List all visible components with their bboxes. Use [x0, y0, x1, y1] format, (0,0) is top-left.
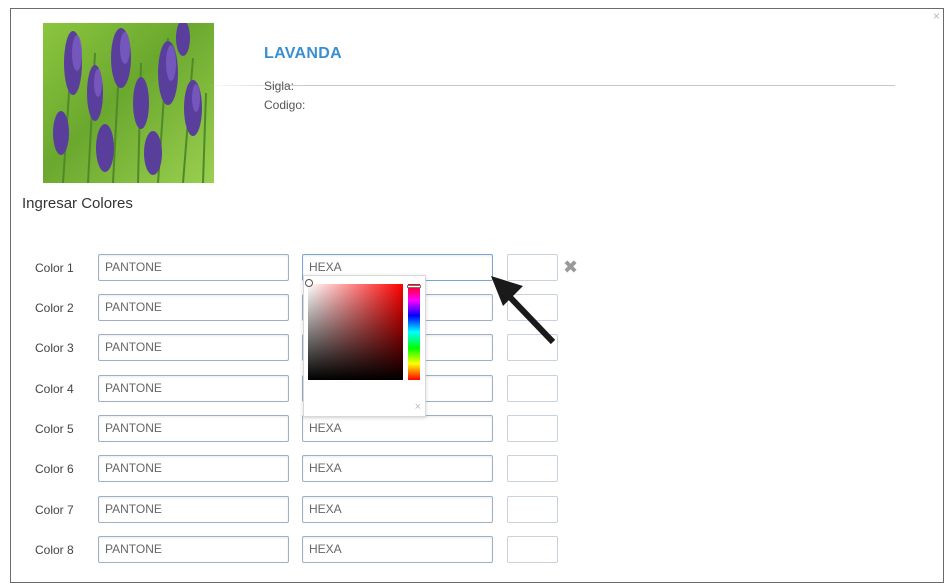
color-row-label: Color 6	[35, 462, 74, 476]
color-row-label: Color 5	[35, 422, 74, 436]
color-row-label: Color 4	[35, 382, 74, 396]
color-swatch[interactable]	[507, 496, 558, 523]
codigo-label: Codigo:	[264, 98, 306, 112]
pantone-input[interactable]: PANTONE	[98, 254, 289, 281]
color-row-label: Color 1	[35, 261, 74, 275]
color-row-label: Color 3	[35, 341, 74, 355]
color-swatch[interactable]	[507, 375, 558, 402]
remove-color-icon[interactable]: ✖	[563, 257, 578, 277]
color-row-label: Color 2	[35, 301, 74, 315]
hue-slider[interactable]	[407, 284, 421, 380]
pantone-input[interactable]: PANTONE	[98, 496, 289, 523]
colors-heading: Ingresar Colores	[22, 195, 133, 212]
saturation-area[interactable]	[305, 279, 403, 380]
color-row-label: Color 7	[35, 503, 74, 517]
color-swatch[interactable]	[507, 455, 558, 482]
color-row-label: Color 8	[35, 543, 74, 557]
pantone-input[interactable]: PANTONE	[98, 455, 289, 482]
lavender-illustration	[53, 23, 207, 183]
header-divider	[200, 85, 895, 86]
dialog-close-icon[interactable]: ×	[933, 10, 940, 22]
color-picker-popup: ×	[303, 275, 426, 417]
hexa-input[interactable]: HEXA	[302, 496, 493, 523]
picker-close-icon[interactable]: ×	[415, 401, 421, 413]
pantone-input[interactable]: PANTONE	[98, 334, 289, 361]
pantone-input[interactable]: PANTONE	[98, 375, 289, 402]
hue-handle[interactable]	[407, 285, 421, 288]
hexa-input[interactable]: HEXA	[302, 536, 493, 563]
color-swatch[interactable]	[507, 536, 558, 563]
product-header: LAVANDA	[264, 45, 342, 63]
pantone-input[interactable]: PANTONE	[98, 536, 289, 563]
saturation-handle[interactable]	[305, 279, 313, 287]
hexa-input[interactable]: HEXA	[302, 455, 493, 482]
hexa-input[interactable]: HEXA	[302, 415, 493, 442]
pantone-input[interactable]: PANTONE	[98, 415, 289, 442]
sigla-label: Sigla:	[264, 79, 295, 93]
product-name: LAVANDA	[264, 45, 342, 62]
lavender-photo	[43, 23, 214, 183]
pantone-input[interactable]: PANTONE	[98, 294, 289, 321]
color-swatch[interactable]	[507, 415, 558, 442]
pointer-arrow-icon	[491, 276, 556, 345]
